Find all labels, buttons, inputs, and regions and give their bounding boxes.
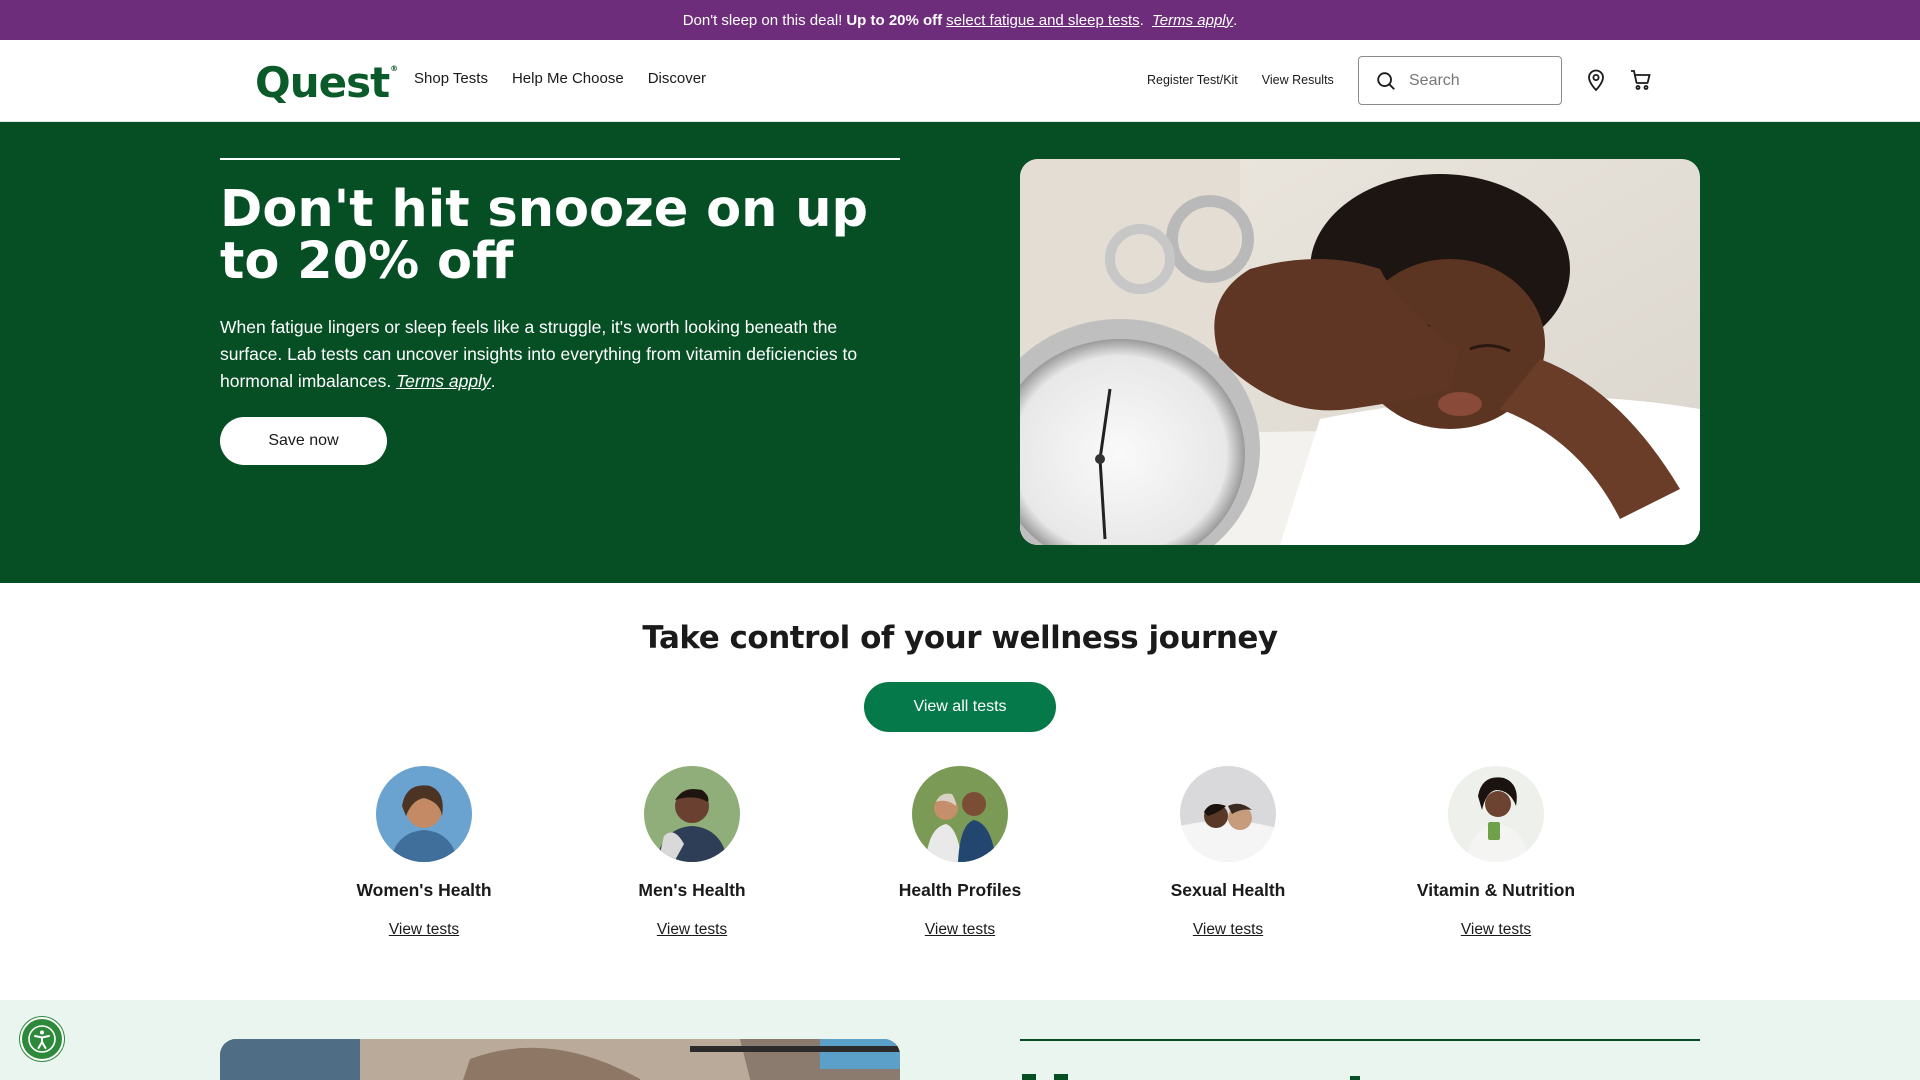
category-sexual-health[interactable]: Sexual Health View tests	[1128, 766, 1328, 939]
search-input[interactable]	[1409, 71, 1549, 90]
promo-discount: Up to 20% off	[846, 11, 943, 29]
vitamin-nutrition-avatar	[1448, 766, 1544, 862]
next-section-heading-peek	[1020, 1062, 1700, 1080]
hero-sleeping-woman-image	[1020, 159, 1700, 545]
next-section-heading-glyphs	[1022, 1074, 1360, 1080]
mens-health-photo	[644, 766, 740, 862]
category-name: Women's Health	[356, 880, 492, 900]
logo-registered-mark: ®	[390, 64, 398, 73]
wellness-section-title: Take control of your wellness journey	[642, 620, 1278, 656]
quest-logo[interactable]: Quest®	[255, 58, 398, 107]
view-all-tests-button[interactable]: View all tests	[864, 682, 1056, 732]
promo-terms-link[interactable]: Terms apply	[1152, 12, 1233, 29]
site-header: Quest® Shop Tests Help Me Choose Discove…	[0, 40, 1920, 122]
next-section-divider	[1020, 1039, 1700, 1041]
category-name: Sexual Health	[1170, 880, 1286, 900]
womens-health-avatar	[376, 766, 472, 862]
search-icon	[1377, 71, 1395, 90]
search-box[interactable]	[1358, 56, 1562, 105]
mens-health-avatar	[644, 766, 740, 862]
category-name: Men's Health	[638, 880, 746, 900]
next-section-image	[220, 1039, 900, 1080]
hero-body-text: When fatigue lingers or sleep feels like…	[220, 317, 858, 391]
view-tests-link[interactable]: View tests	[389, 921, 459, 939]
category-health-profiles[interactable]: Health Profiles View tests	[860, 766, 1060, 939]
promo-tests-link[interactable]: select fatigue and sleep tests	[946, 12, 1139, 29]
next-section-photo	[220, 1039, 900, 1080]
hero-terms-end: .	[490, 371, 496, 391]
health-profiles-avatar	[912, 766, 1008, 862]
sexual-health-avatar	[1180, 766, 1276, 862]
view-tests-link[interactable]: View tests	[1461, 921, 1531, 939]
promo-end: .	[1233, 11, 1238, 29]
main-nav: Shop Tests Help Me Choose Discover	[414, 70, 706, 87]
category-womens-health[interactable]: Women's Health View tests	[324, 766, 524, 939]
category-name: Vitamin & Nutrition	[1416, 880, 1576, 900]
view-tests-link[interactable]: View tests	[925, 921, 995, 939]
nav-discover[interactable]: Discover	[648, 70, 706, 87]
sexual-health-photo	[1180, 766, 1276, 862]
nav-shop-tests[interactable]: Shop Tests	[414, 70, 488, 87]
category-vitamin-nutrition[interactable]: Vitamin & Nutrition View tests	[1396, 766, 1596, 939]
location-pin-icon[interactable]	[1584, 68, 1608, 92]
cart-icon[interactable]	[1629, 68, 1653, 92]
hero-section: Don't hit snooze on up to 20% off When f…	[0, 122, 1920, 583]
hero-divider	[220, 158, 900, 160]
promo-lead: Don't sleep on this deal!	[682, 11, 843, 29]
view-tests-link[interactable]: View tests	[1193, 921, 1263, 939]
view-tests-link[interactable]: View tests	[657, 921, 727, 939]
health-profiles-photo	[912, 766, 1008, 862]
nav-help-me-choose[interactable]: Help Me Choose	[512, 70, 624, 87]
accessibility-icon	[28, 1025, 56, 1053]
promo-banner: Don't sleep on this deal! Up to 20% off …	[0, 0, 1920, 40]
view-results-link[interactable]: View Results	[1262, 73, 1334, 87]
next-section	[0, 1000, 1920, 1080]
logo-text: Quest	[255, 58, 390, 107]
hero-description: When fatigue lingers or sleep feels like…	[220, 314, 900, 395]
hero-illustration	[1020, 159, 1700, 545]
vitamin-nutrition-photo	[1448, 766, 1544, 862]
womens-health-photo	[376, 766, 472, 862]
hero-title: Don't hit snooze on up to 20% off	[220, 180, 869, 291]
accessibility-button[interactable]	[20, 1017, 64, 1061]
promo-dot: .	[1139, 11, 1144, 29]
save-now-button[interactable]: Save now	[220, 417, 387, 465]
hero-terms-link[interactable]: Terms apply	[396, 371, 491, 391]
category-mens-health[interactable]: Men's Health View tests	[592, 766, 792, 939]
register-test-kit-link[interactable]: Register Test/Kit	[1147, 73, 1238, 87]
utility-nav: Register Test/Kit View Results	[1147, 73, 1334, 87]
category-name: Health Profiles	[898, 880, 1022, 900]
